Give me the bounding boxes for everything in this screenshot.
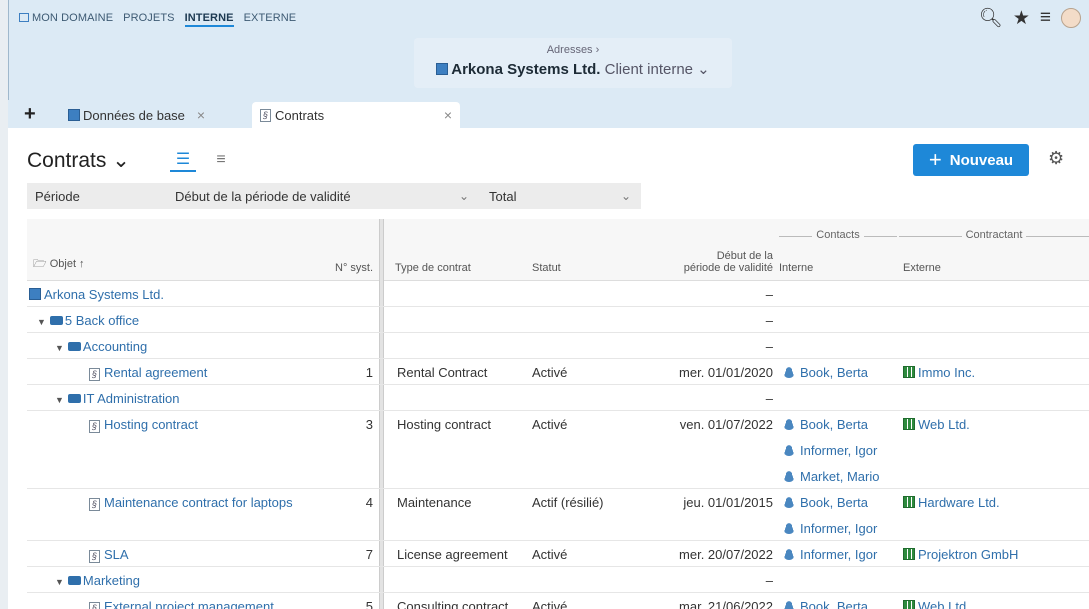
person-icon (783, 548, 795, 560)
table-row[interactable]: ▼ 5 Back office – (27, 307, 1089, 333)
page-title[interactable]: Contrats ⌄ (27, 148, 130, 173)
col-objet[interactable]: 🗁 Objet ↑ (33, 255, 85, 274)
tree-view-icon[interactable]: ☰ (170, 148, 196, 172)
building-icon (68, 109, 80, 121)
breadcrumb-current[interactable]: Arkona Systems Ltd. Client interne ⌄ (414, 60, 732, 78)
plus-icon: + (928, 147, 942, 172)
settings-sliders-icon[interactable]: ⚙ (1048, 148, 1064, 169)
person-icon (783, 444, 795, 456)
new-button[interactable]: + Nouveau (913, 144, 1029, 176)
table-row[interactable]: ▼ Marketing – (27, 567, 1089, 593)
building-icon (436, 63, 449, 75)
folder-icon: 🗁 (33, 258, 47, 270)
group-contacts: Contacts (779, 229, 897, 241)
chevron-down-icon: ⌄ (458, 188, 469, 203)
building-icon (903, 366, 915, 378)
col-nsyst[interactable]: N° syst. (335, 262, 373, 274)
folder-icon (67, 576, 81, 585)
collapse-icon[interactable]: ▼ (55, 343, 64, 353)
col-type[interactable]: Type de contrat (395, 262, 471, 274)
table-row[interactable]: § Maintenance contract for laptops 4 Main… (27, 489, 1089, 541)
group-contractant: Contractant (899, 229, 1089, 241)
tab-contrats[interactable]: § Contrats × (252, 102, 460, 128)
nav-mon-domaine[interactable]: MON DOMAINE (19, 12, 113, 27)
main-content: Contrats ⌄ ☰ ≡ + Nouveau ⚙ Période Début … (8, 128, 1089, 609)
building-icon (903, 548, 915, 560)
search-icon[interactable]: 🔍︎ (979, 6, 1003, 30)
header-actions: 🔍︎ ★ ≡ (979, 6, 1081, 30)
person-icon (783, 470, 795, 482)
col-statut[interactable]: Statut (532, 262, 561, 274)
table-row[interactable]: ▼ IT Administration – (27, 385, 1089, 411)
contract-icon: § (89, 368, 100, 381)
table-row[interactable]: § Hosting contract 3 Hosting contract Act… (27, 411, 1089, 489)
person-icon (783, 522, 795, 534)
table-row[interactable]: ▼ Accounting – (27, 333, 1089, 359)
avatar[interactable] (1061, 8, 1081, 28)
col-externe[interactable]: Externe (903, 262, 941, 274)
close-icon[interactable]: × (197, 107, 205, 123)
close-icon[interactable]: × (444, 107, 452, 123)
table-row[interactable]: § SLA 7 License agreement Activé mer. 20/… (27, 541, 1089, 567)
folder-icon (67, 342, 81, 351)
period-select[interactable]: Début de la période de validité ⌄ (167, 189, 481, 204)
table-row[interactable]: § Rental agreement 1 Rental Contract Acti… (27, 359, 1089, 385)
top-navigation: MON DOMAINE PROJETS INTERNE EXTERNE (19, 12, 296, 27)
list-view-icon[interactable]: ≡ (208, 148, 234, 172)
table-header: 🗁 Objet ↑ N° syst. Type de contrat Statu… (27, 219, 1089, 281)
filter-bar: Période Début de la période de validité ⌄… (27, 183, 641, 209)
folder-icon (67, 394, 81, 403)
view-toggle: ☰ ≡ (170, 148, 234, 172)
building-icon (903, 418, 915, 430)
tab-bar: + Données de base × § Contrats × (8, 100, 1089, 128)
breadcrumb[interactable]: Adresses › Arkona Systems Ltd. Client in… (414, 38, 732, 88)
table-row[interactable]: Arkona Systems Ltd. – (27, 281, 1089, 307)
collapse-icon[interactable]: ▼ (55, 395, 64, 405)
folder-icon (49, 316, 63, 325)
contract-icon: § (89, 498, 100, 511)
star-icon[interactable]: ★ (1013, 7, 1030, 30)
home-icon (19, 13, 29, 22)
contract-icon: § (260, 108, 271, 122)
table-row[interactable]: § External project management 5 Consultin… (27, 593, 1089, 609)
breadcrumb-parent[interactable]: Adresses › (414, 44, 732, 56)
person-icon (783, 600, 795, 609)
building-icon (903, 496, 915, 508)
filter-label: Période (35, 188, 80, 204)
contract-icon: § (89, 550, 100, 563)
contract-icon: § (89, 602, 100, 609)
nav-externe[interactable]: EXTERNE (244, 12, 297, 27)
tab-donnees-de-base[interactable]: Données de base × (60, 102, 213, 128)
chevron-down-icon: ⌄ (620, 188, 631, 203)
nav-projets[interactable]: PROJETS (123, 12, 174, 27)
nav-interne[interactable]: INTERNE (184, 12, 234, 27)
building-icon (29, 288, 41, 300)
building-icon (903, 600, 915, 609)
col-interne[interactable]: Interne (779, 262, 813, 274)
contract-icon: § (89, 420, 100, 433)
add-tab-button[interactable]: + (24, 103, 36, 126)
person-icon (783, 418, 795, 430)
menu-icon[interactable]: ≡ (1040, 7, 1051, 29)
col-debut[interactable]: Début de la période de validité (667, 250, 773, 274)
total-select[interactable]: Total ⌄ (481, 189, 641, 204)
app-header: MON DOMAINE PROJETS INTERNE EXTERNE 🔍︎ ★… (8, 0, 1089, 100)
contracts-table: 🗁 Objet ↑ N° syst. Type de contrat Statu… (27, 219, 1089, 609)
person-icon (783, 496, 795, 508)
collapse-icon[interactable]: ▼ (37, 317, 46, 327)
collapse-icon[interactable]: ▼ (55, 577, 64, 587)
person-icon (783, 366, 795, 378)
